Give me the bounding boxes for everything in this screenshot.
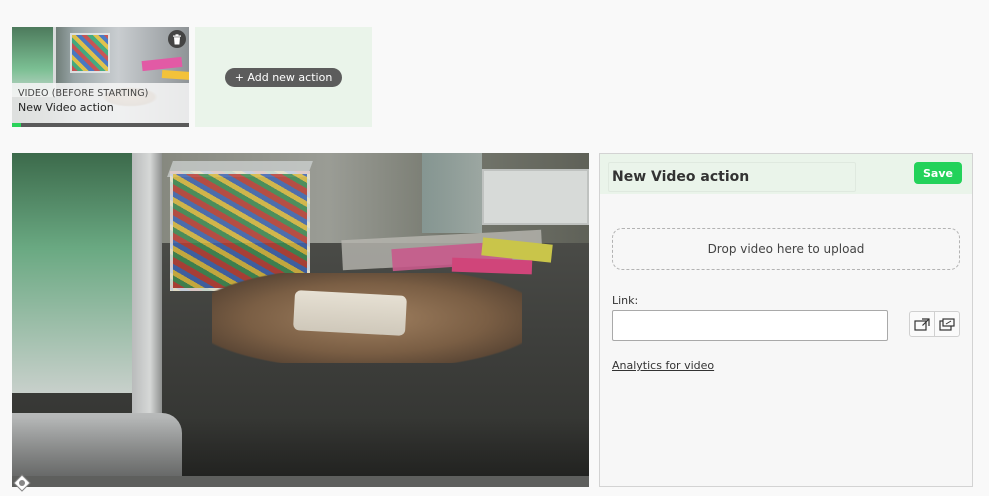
drag-handle-icon[interactable] (13, 474, 31, 492)
trash-icon[interactable] (168, 30, 186, 48)
external-link-icon[interactable] (910, 312, 934, 336)
video-timeline-bar[interactable] (12, 476, 589, 487)
link-open-options (909, 311, 960, 337)
dropzone-label: Drop video here to upload (707, 242, 865, 256)
action-progress-bar (12, 123, 189, 127)
action-card-video[interactable]: VIDEO (BEFORE STARTING) New Video action (12, 27, 189, 127)
action-card-caption: VIDEO (BEFORE STARTING) New Video action (12, 83, 189, 123)
action-title: New Video action (18, 101, 114, 114)
video-dropzone[interactable]: Drop video here to upload (612, 228, 960, 270)
editor-header: New Video action Save (600, 154, 972, 194)
link-label: Link: (612, 294, 639, 307)
video-preview[interactable] (12, 153, 589, 487)
add-new-action-button[interactable]: + Add new action (224, 67, 343, 87)
add-action-card: + Add new action (195, 27, 372, 127)
link-input[interactable] (612, 310, 888, 341)
popup-window-icon[interactable] (934, 312, 959, 336)
action-progress-fill (12, 123, 21, 127)
action-title-field[interactable]: New Video action (608, 162, 856, 192)
analytics-for-video-link[interactable]: Analytics for video (612, 359, 714, 372)
action-editor-panel: New Video action Save Drop video here to… (599, 153, 973, 487)
action-type-label: VIDEO (BEFORE STARTING) (18, 88, 149, 99)
save-button[interactable]: Save (914, 162, 962, 184)
